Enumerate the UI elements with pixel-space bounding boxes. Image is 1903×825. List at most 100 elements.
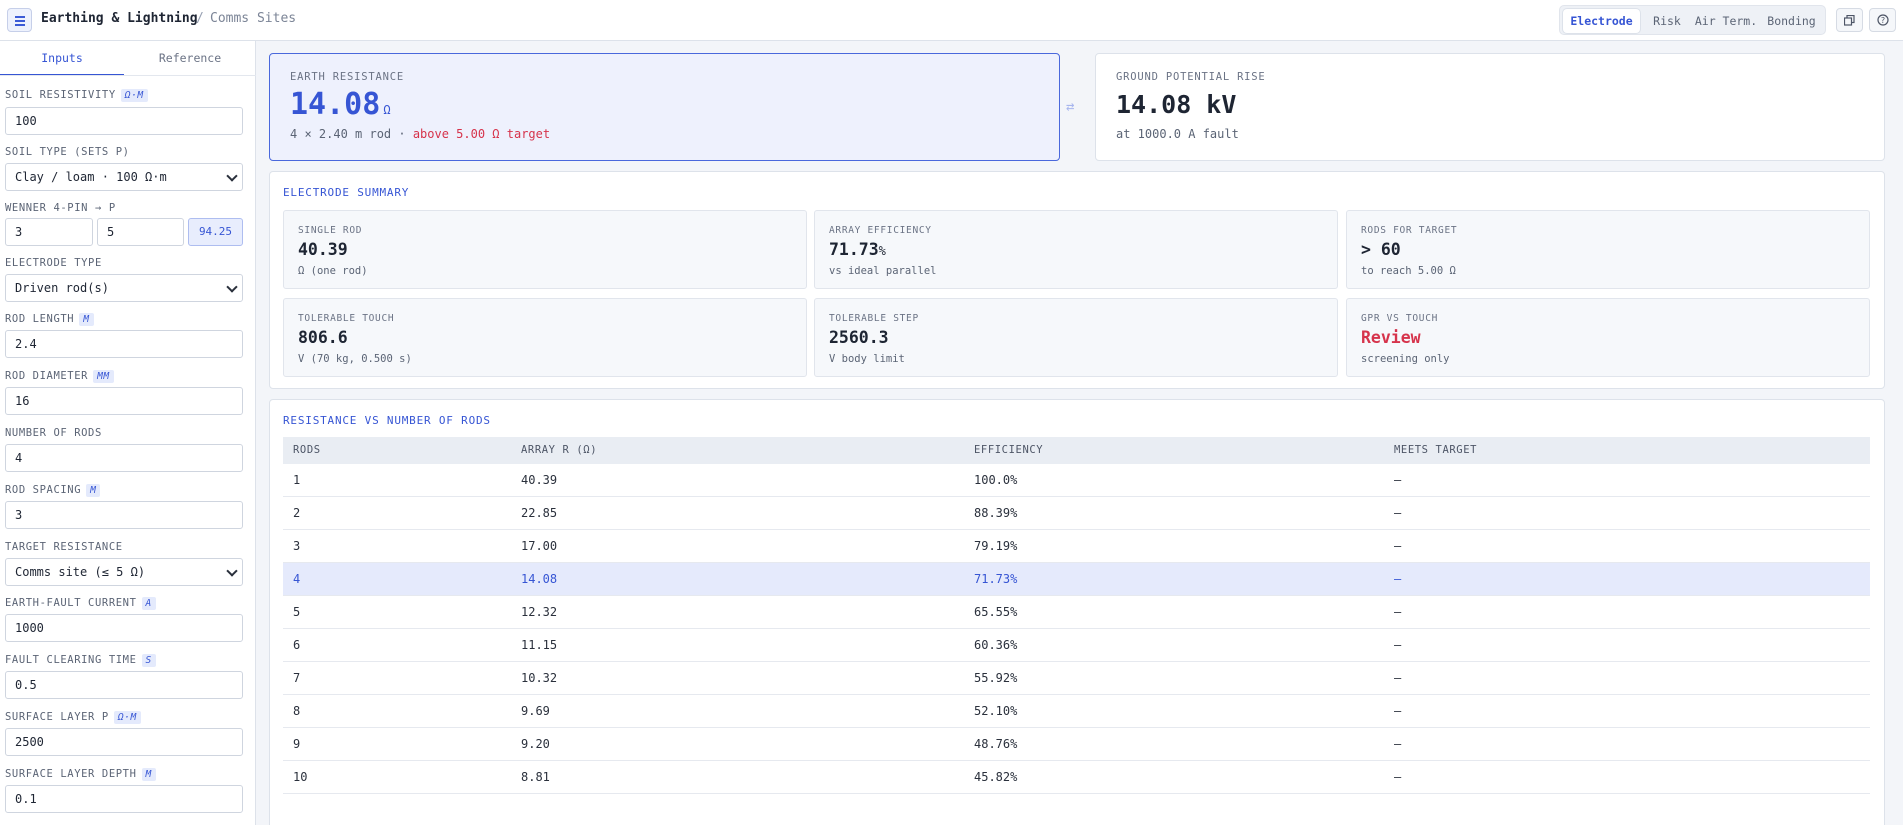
swap-icon: ⇄	[1066, 99, 1075, 115]
rod-diameter-input[interactable]: 16	[5, 387, 243, 415]
tab-electrode[interactable]: Electrode	[1563, 9, 1640, 33]
help-icon: ?	[1876, 14, 1889, 26]
table-cell: 14.08	[521, 572, 558, 586]
table-cell: —	[1394, 506, 1402, 520]
table-cell: 60.36%	[974, 638, 1018, 652]
earth-resistance-value: 14.08 Ω	[290, 87, 391, 122]
earth-fault-current-input[interactable]: 1000	[5, 614, 243, 642]
soil-type-value: Clay / loam · 100 Ω·m	[15, 170, 167, 184]
unit-badge: mm	[93, 370, 114, 383]
breadcrumb-separator: /	[196, 11, 204, 26]
table-cell: 9.69	[521, 704, 550, 718]
column-header[interactable]: Efficiency	[974, 437, 1043, 464]
stat-sub: Ω (one rod)	[298, 265, 368, 277]
target-resistance-value: Comms site (≤ 5 Ω)	[15, 565, 146, 579]
stat-sub: V (70 kg, 0.500 s)	[298, 353, 412, 365]
table-cell: 12.32	[521, 605, 558, 619]
table-row[interactable]: 9 9.20 48.76% —	[283, 728, 1870, 761]
table-cell: 9	[293, 737, 301, 751]
table-cell: 9.20	[521, 737, 550, 751]
target-resistance-select[interactable]: Comms site (≤ 5 Ω)	[5, 558, 243, 586]
results-panel: Earth resistance 14.08 Ω 4 × 2.40 m rod ·…	[257, 41, 1903, 825]
table-row[interactable]: 7 10.32 55.92% —	[283, 662, 1870, 695]
help-button[interactable]: ?	[1869, 8, 1896, 32]
table-cell: 52.10%	[974, 704, 1018, 718]
unit-badge: m	[79, 313, 94, 326]
copy-button[interactable]	[1836, 8, 1863, 32]
table-cell: —	[1394, 671, 1402, 685]
table-row[interactable]: 3 17.00 79.19% —	[283, 530, 1870, 563]
stat-value: 40.39	[298, 240, 348, 259]
tab-divider	[0, 75, 256, 76]
table-cell: 79.19%	[974, 539, 1018, 553]
table-cell: —	[1394, 737, 1402, 751]
table-row[interactable]: 1 40.39 100.0% —	[283, 464, 1870, 497]
table-row[interactable]: 5 12.32 65.55% —	[283, 596, 1870, 629]
stat-single-rod: Single rod 40.39 Ω (one rod)	[283, 210, 807, 289]
unit-badge: s	[141, 654, 156, 667]
soil-type-label: Soil type (sets ρ)	[5, 146, 130, 158]
table-cell: —	[1394, 605, 1402, 619]
tab-bonding[interactable]: Bonding	[1760, 9, 1823, 33]
table-row[interactable]: 8 9.69 52.10% —	[283, 695, 1870, 728]
status-badge: Review	[1361, 328, 1421, 347]
table-cell: 5	[293, 605, 301, 619]
soil-resistivity-input[interactable]: 100	[5, 107, 243, 135]
tab-inputs[interactable]: Inputs	[0, 41, 124, 76]
column-header[interactable]: Rods	[293, 437, 321, 464]
tab-risk[interactable]: Risk	[1642, 9, 1692, 33]
table-row[interactable]: 4 14.08 71.73% —	[283, 563, 1870, 596]
chevron-down-icon	[226, 281, 238, 293]
table-cell: 40.39	[521, 473, 558, 487]
unit-badge: Ω·m	[120, 89, 148, 102]
table-cell: 11.15	[521, 638, 558, 652]
electrode-type-select[interactable]: Driven rod(s)	[5, 274, 243, 302]
table-cell: 7	[293, 671, 301, 685]
table-cell: 4	[293, 572, 301, 586]
rod-diameter-label: Rod diameter mm	[5, 369, 114, 383]
table-cell: 1	[293, 473, 301, 487]
wenner-spacing-input[interactable]: 3	[5, 218, 93, 246]
rod-length-input[interactable]: 2.4	[5, 330, 243, 358]
unit-badge: m	[141, 768, 156, 781]
fault-clearing-time-input[interactable]: 0.5	[5, 671, 243, 699]
chevron-down-icon	[226, 565, 238, 577]
target-warning: above 5.00 Ω target	[412, 127, 551, 141]
column-header[interactable]: Meets target	[1394, 437, 1477, 464]
stat-sub: vs ideal parallel	[829, 265, 937, 277]
copy-icon	[1843, 14, 1855, 26]
stat-rods-for-target: Rods for target > 60 to reach 5.00 Ω	[1346, 210, 1870, 289]
rod-spacing-input[interactable]: 3	[5, 501, 243, 529]
column-header[interactable]: Array R (Ω)	[521, 437, 597, 464]
table-cell: 71.73%	[974, 572, 1018, 586]
number-of-rods-input[interactable]: 4	[5, 444, 243, 472]
soil-type-select[interactable]: Clay / loam · 100 Ω·m	[5, 163, 243, 191]
table-cell: 2	[293, 506, 301, 520]
table-cell: 100.0%	[974, 473, 1018, 487]
hamburger-icon	[15, 16, 25, 18]
table-header: Rods Array R (Ω) Efficiency Meets target	[283, 437, 1870, 464]
surface-layer-rho-input[interactable]: 2500	[5, 728, 243, 756]
table-cell: 48.76%	[974, 737, 1018, 751]
stat-label: Single rod	[298, 225, 363, 236]
app-title: Earthing & Lightning	[41, 11, 198, 26]
top-bar: Earthing & Lightning / Comms Sites Elect…	[0, 0, 1903, 41]
earth-resistance-detail: 4 × 2.40 m rod · above 5.00 Ω target	[290, 127, 551, 141]
table-row[interactable]: 2 22.85 88.39% —	[283, 497, 1870, 530]
electrode-type-value: Driven rod(s)	[15, 281, 109, 295]
table-cell: 6	[293, 638, 301, 652]
rod-spacing-label: Rod spacing m	[5, 483, 101, 497]
menu-button[interactable]	[7, 8, 32, 32]
rods-table-title: Resistance vs number of rods	[283, 414, 491, 427]
input-sidebar: Inputs Reference Soil resistivity Ω·m 100…	[0, 41, 256, 825]
wenner-label: Wenner 4-pin → ρ	[5, 202, 116, 214]
table-row[interactable]: 10 8.81 45.82% —	[283, 761, 1870, 794]
table-row[interactable]: 6 11.15 60.36% —	[283, 629, 1870, 662]
table-cell: 22.85	[521, 506, 558, 520]
tab-reference[interactable]: Reference	[128, 41, 252, 76]
stat-tolerable-step: Tolerable step 2560.3 V body limit	[814, 298, 1338, 377]
surface-layer-depth-input[interactable]: 0.1	[5, 785, 243, 813]
unit-badge: Ω·m	[113, 711, 141, 724]
tab-air-term[interactable]: Air Term.	[1694, 9, 1758, 33]
wenner-resistance-input[interactable]: 5	[97, 218, 184, 246]
